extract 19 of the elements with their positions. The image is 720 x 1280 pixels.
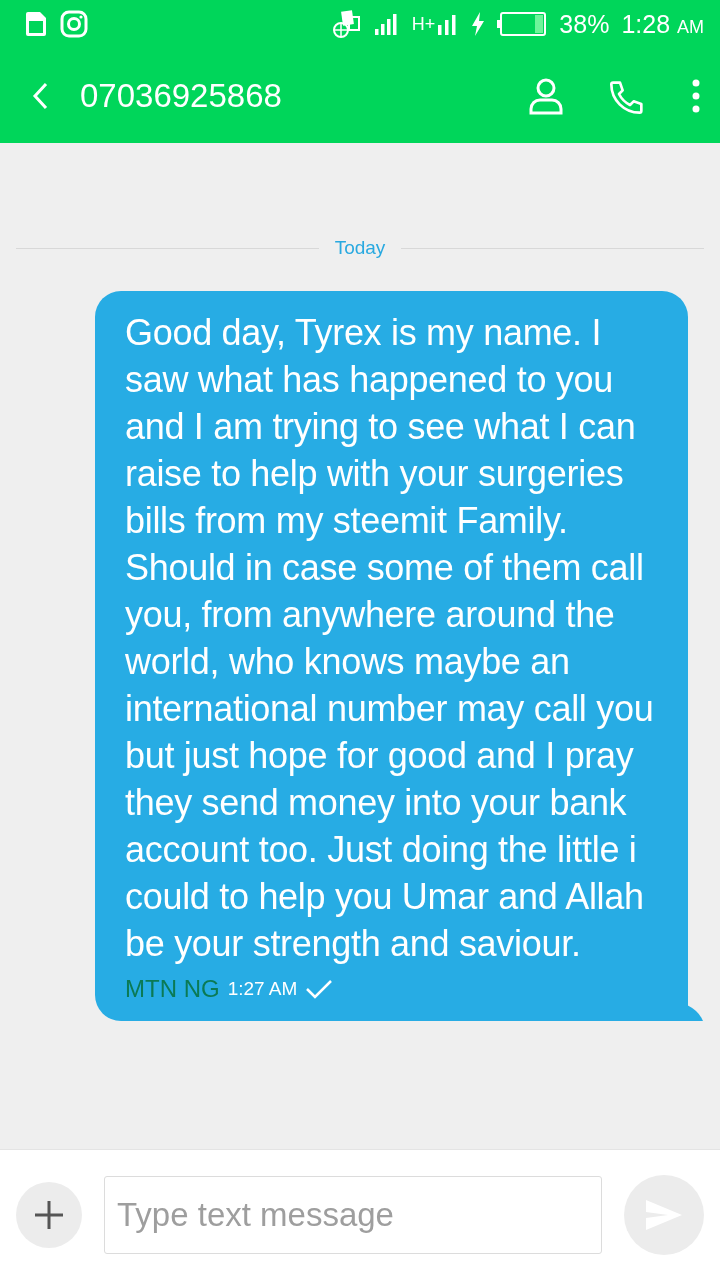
contact-icon[interactable] bbox=[528, 76, 564, 115]
battery-icon bbox=[497, 12, 548, 36]
camera-icon bbox=[60, 10, 88, 38]
sim-label: MTN NG bbox=[125, 975, 220, 1003]
clock: 1:28 AM bbox=[621, 9, 704, 39]
globe-icon bbox=[331, 9, 362, 39]
contact-number: 07036925868 bbox=[80, 76, 283, 115]
charging-icon bbox=[471, 12, 486, 36]
battery-percent: 38% bbox=[559, 9, 610, 39]
date-divider: Today bbox=[334, 237, 386, 259]
message-time: 1:27 AM bbox=[227, 978, 298, 1000]
message-text: Good day, Tyrex is my name. I saw what has happened to you and I am trying to see what I can raise to help with your surgeries bills from my steemit Family. Should in case some of them call you, from anywhere around the world, who knows maybe an international number may call you but just hope for good and I pray they send money into your bank account too. Just doing the little i could to help you Umar and Allah be your strength and saviour. bbox=[125, 311, 655, 966]
message-input[interactable]: Type text message bbox=[104, 1176, 602, 1254]
check-icon bbox=[305, 978, 334, 1000]
signal-icon bbox=[373, 13, 400, 35]
sim-card-icon bbox=[24, 11, 48, 37]
plus-icon bbox=[33, 1199, 65, 1231]
back-button[interactable] bbox=[32, 81, 48, 110]
more-icon[interactable] bbox=[692, 78, 700, 113]
